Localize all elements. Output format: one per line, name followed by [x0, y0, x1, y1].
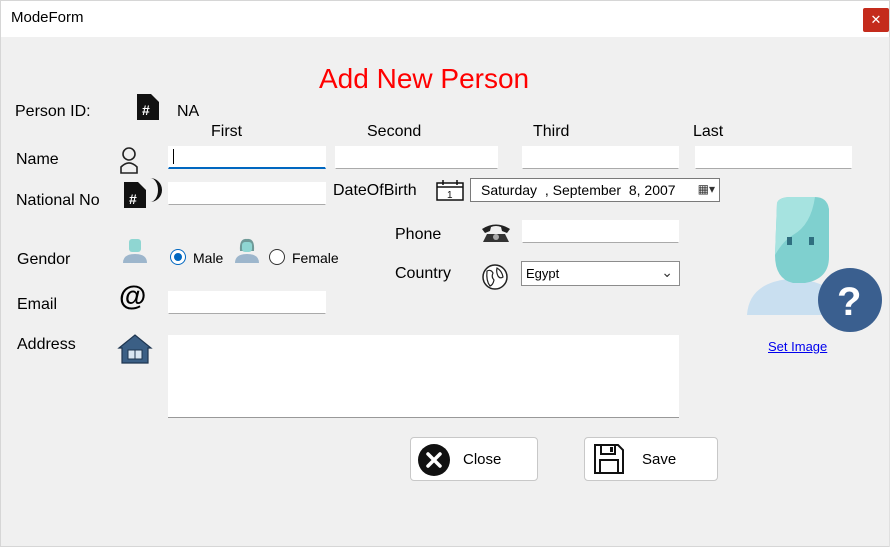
- svg-text:1: 1: [447, 190, 453, 201]
- date-of-birth-label: DateOfBirth: [333, 182, 417, 199]
- calendar-icon: 1: [436, 180, 464, 201]
- hash-document-icon: #: [137, 94, 159, 120]
- person-placeholder-image[interactable]: ?: [745, 195, 883, 333]
- person-outline-icon: [120, 147, 138, 174]
- third-name-input[interactable]: [522, 146, 679, 169]
- male-avatar-icon: [123, 239, 147, 263]
- phone-input[interactable]: [522, 220, 679, 243]
- set-image-link[interactable]: Set Image: [768, 339, 827, 354]
- date-of-birth-picker[interactable]: Saturday , September 8, 2007 ▦▾: [470, 178, 720, 202]
- date-picker-date: , September 8, 2007: [537, 182, 676, 198]
- gender-female-label: Female: [292, 250, 339, 266]
- text-caret: [173, 149, 174, 164]
- female-avatar-icon: [235, 238, 259, 263]
- gender-male-label: Male: [193, 250, 224, 266]
- person-id-value: NA: [177, 103, 200, 120]
- gender-female-radio[interactable]: [269, 249, 285, 265]
- last-name-input[interactable]: [695, 146, 852, 169]
- telephone-icon: [482, 224, 510, 242]
- gender-male-radio[interactable]: [170, 249, 186, 265]
- close-button[interactable]: Close: [410, 437, 538, 481]
- country-combobox[interactable]: Egypt ⌄: [521, 261, 680, 286]
- house-icon: [117, 334, 153, 364]
- name-label: Name: [16, 151, 59, 168]
- person-id-label: Person ID:: [15, 103, 91, 120]
- name-first-header: First: [211, 123, 243, 140]
- national-no-input[interactable]: [168, 182, 326, 205]
- second-name-input[interactable]: [335, 146, 498, 169]
- date-picker-text: Saturday , September 8, 2007: [481, 182, 676, 198]
- title-bar: ModeForm ✕: [1, 1, 889, 37]
- email-label: Email: [17, 296, 58, 313]
- name-last-header: Last: [693, 123, 724, 140]
- globe-icon: [482, 264, 508, 290]
- date-picker-day: Saturday: [481, 182, 538, 198]
- floppy-disk-icon: [594, 444, 624, 474]
- first-name-input[interactable]: [168, 146, 326, 169]
- address-textarea[interactable]: [168, 335, 679, 418]
- close-button-label: Close: [463, 451, 502, 468]
- form-heading: Add New Person: [319, 63, 530, 94]
- save-button-label: Save: [642, 451, 677, 468]
- calendar-dropdown-icon[interactable]: ▦▾: [698, 182, 715, 196]
- country-label: Country: [395, 265, 452, 282]
- chevron-down-icon: ⌄: [661, 264, 673, 280]
- country-selected-value: Egypt: [526, 266, 560, 281]
- at-sign-icon: @: [119, 280, 147, 311]
- mode-form-window: ModeForm ✕ Add New Person Person ID: # N…: [0, 0, 890, 547]
- close-circle-icon: [418, 444, 450, 476]
- window-title: ModeForm: [11, 9, 84, 26]
- save-button[interactable]: Save: [584, 437, 718, 481]
- address-label: Address: [17, 336, 76, 353]
- email-input[interactable]: [168, 291, 326, 314]
- svg-text:?: ?: [837, 280, 861, 324]
- id-card-icon: #: [124, 178, 162, 208]
- name-second-header: Second: [367, 123, 422, 140]
- gender-label: Gendor: [17, 251, 71, 268]
- window-close-button[interactable]: ✕: [863, 8, 889, 32]
- name-third-header: Third: [533, 123, 570, 140]
- svg-text:#: #: [129, 191, 137, 207]
- national-no-label: National No: [16, 192, 100, 209]
- svg-text:#: #: [142, 102, 150, 118]
- phone-label: Phone: [395, 226, 442, 243]
